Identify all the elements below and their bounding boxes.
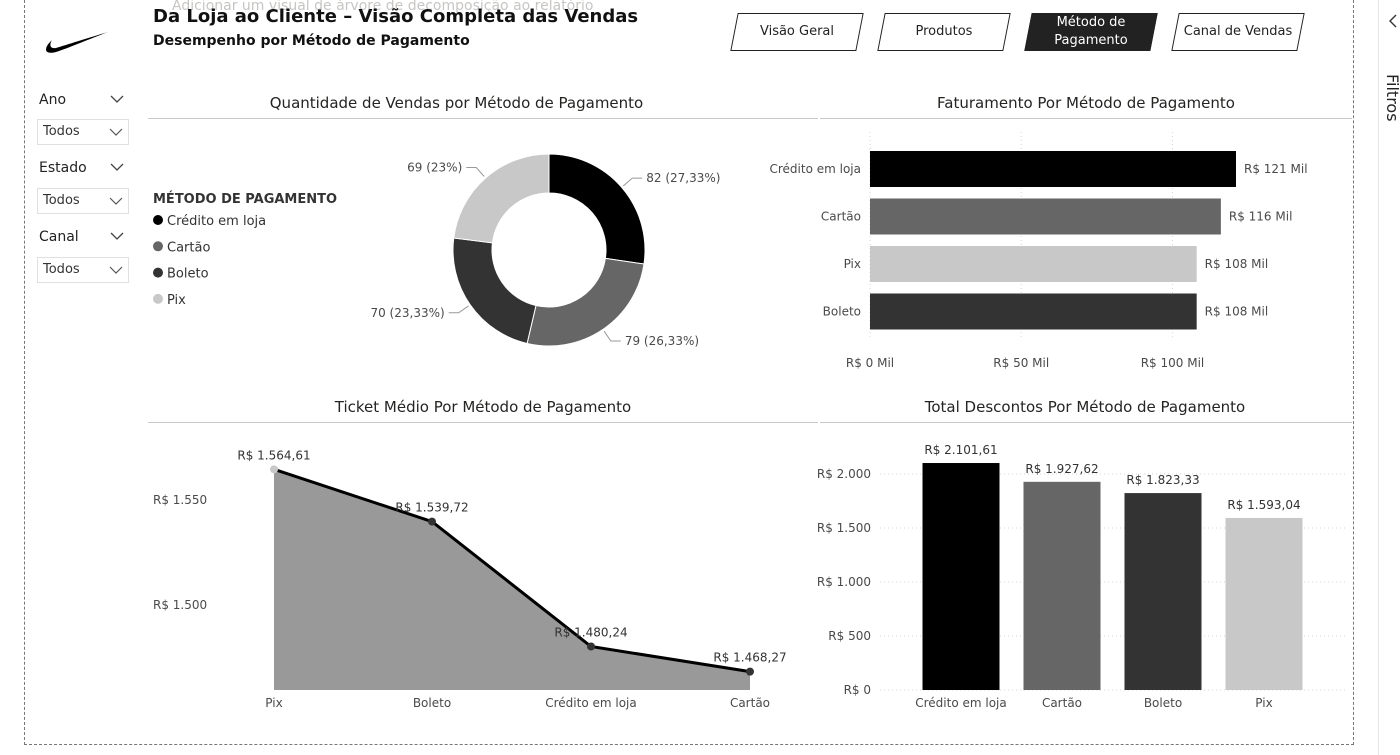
slicer-ano-dropdown[interactable]: Todos <box>37 119 129 145</box>
chevron-down-icon[interactable] <box>110 163 124 171</box>
chevron-down-icon <box>109 128 123 136</box>
divider <box>148 422 818 423</box>
chevron-down-icon <box>109 197 123 205</box>
chevron-down-icon[interactable] <box>110 232 124 240</box>
slicer-estado-title: Estado <box>39 160 87 176</box>
slicer-canal-dropdown[interactable]: Todos <box>37 257 129 283</box>
nav-button-label: Canal de Vendas <box>1183 24 1293 40</box>
nav-button-label: Visão Geral <box>759 24 835 40</box>
nav-button-label: Produtos <box>915 24 973 40</box>
chevron-down-icon <box>109 266 123 274</box>
nav-metodo-pagamento-button[interactable]: Método de Pagamento <box>1024 13 1158 51</box>
nav-canal-vendas-button[interactable]: Canal de Vendas <box>1171 13 1305 51</box>
chevron-down-icon[interactable] <box>110 95 124 103</box>
chevron-left-icon[interactable] <box>1388 14 1398 28</box>
divider <box>820 422 1352 423</box>
donut-chart-title: Quantidade de Vendas por Método de Pagam… <box>269 94 644 112</box>
ticket-chart-title: Ticket Médio Por Método de Pagamento <box>334 398 632 416</box>
divider <box>820 118 1352 119</box>
slicer-estado-dropdown[interactable]: Todos <box>37 188 129 214</box>
slicer-ano-title: Ano <box>39 92 67 108</box>
slicer-estado-value: Todos <box>43 193 80 208</box>
descontos-chart-title: Total Descontos Por Método de Pagamento <box>924 398 1246 416</box>
filters-pane-label[interactable]: Filtros <box>1383 74 1400 122</box>
page-subtitle: Desempenho por Método de Pagamento <box>153 33 470 49</box>
nav-produtos-button[interactable]: Produtos <box>877 13 1011 51</box>
slicer-canal-value: Todos <box>43 262 80 277</box>
faturamento-chart-title: Faturamento Por Método de Pagamento <box>937 94 1235 112</box>
page-title: Da Loja ao Cliente – Visão Completa das … <box>153 6 639 27</box>
swoosh-logo-icon <box>46 32 108 53</box>
slicer-canal-title: Canal <box>39 229 79 245</box>
slicer-ano-value: Todos <box>43 124 80 139</box>
nav-button-label: Método de Pagamento <box>1054 15 1128 48</box>
divider <box>148 118 818 119</box>
nav-visao-geral-button[interactable]: Visão Geral <box>730 13 864 51</box>
